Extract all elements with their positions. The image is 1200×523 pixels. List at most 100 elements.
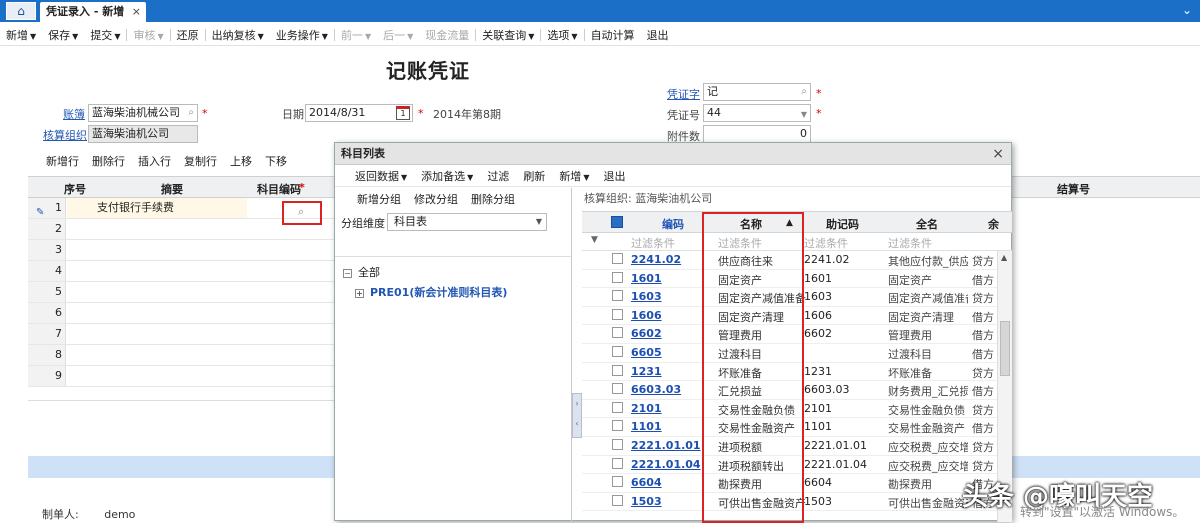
summary-cell[interactable]: 支付银行手续费	[67, 198, 247, 218]
cell-code[interactable]: 6603.03	[631, 383, 711, 396]
entry-row[interactable]: 6	[28, 303, 335, 324]
voucher-word-label[interactable]: 凭证字	[667, 86, 700, 102]
row-checkbox[interactable]	[612, 327, 623, 339]
select-all-checkbox[interactable]	[611, 216, 623, 228]
dialog-toolbar-item[interactable]: 过滤	[487, 168, 509, 184]
cell-code[interactable]: 1101	[631, 420, 711, 433]
dialog-toolbar-item[interactable]: 退出	[603, 168, 625, 184]
scroll-thumb[interactable]	[1000, 321, 1010, 376]
entry-toolbar-item[interactable]: 删除行	[92, 153, 125, 169]
toolbar-item-7[interactable]: 前一 ▼	[335, 27, 377, 43]
chevron-down-icon[interactable]: ▼	[801, 107, 807, 123]
row-checkbox[interactable]	[612, 364, 623, 376]
row-checkbox[interactable]	[612, 383, 623, 395]
date-field[interactable]: 2014/8/31 1	[305, 104, 413, 122]
toolbar-item-6[interactable]: 业务操作 ▼	[270, 27, 334, 43]
entry-toolbar-item[interactable]: 新增行	[46, 153, 79, 169]
row-checkbox[interactable]	[612, 253, 623, 264]
entry-row[interactable]: 7	[28, 324, 335, 345]
dialog-toolbar-item[interactable]: 添加备选 ▼	[421, 168, 473, 184]
row-checkbox[interactable]	[612, 271, 623, 283]
row-checkbox[interactable]	[612, 420, 623, 432]
group-toolbar-item[interactable]: 删除分组	[471, 191, 515, 207]
summary-cell[interactable]	[67, 261, 247, 281]
tab-voucher-entry[interactable]: 凭证录入 - 新增 ×	[40, 2, 146, 22]
row-checkbox[interactable]	[612, 494, 623, 506]
filter-funnel-icon[interactable]: ▼	[591, 235, 598, 245]
summary-cell[interactable]	[67, 282, 247, 302]
cell-code[interactable]: 6602	[631, 327, 711, 340]
toolbar-item-5[interactable]: 出纳复核 ▼	[206, 27, 270, 43]
tree-node-all[interactable]: − 全部	[335, 263, 571, 283]
header-code[interactable]: 编码	[662, 216, 684, 232]
close-icon[interactable]: ×	[992, 146, 1004, 162]
voucher-no-field[interactable]: 44 ▼	[703, 104, 811, 122]
entry-row[interactable]: 8	[28, 345, 335, 366]
entry-row[interactable]: 3	[28, 240, 335, 261]
org-label[interactable]: 核算组织	[43, 127, 87, 143]
dialog-toolbar-item[interactable]: 返回数据 ▼	[355, 168, 407, 184]
row-checkbox[interactable]	[612, 401, 623, 413]
cell-code[interactable]: 2101	[631, 402, 711, 415]
summary-cell[interactable]	[67, 303, 247, 323]
cell-code[interactable]: 6604	[631, 476, 711, 489]
dialog-toolbar-item[interactable]: 新增 ▼	[559, 168, 589, 184]
entry-toolbar-item[interactable]: 下移	[265, 153, 287, 169]
filter-mnemonic[interactable]: 过滤条件	[804, 235, 848, 251]
toolbar-item-9[interactable]: 现金流量	[419, 27, 475, 43]
chevron-double-down-icon[interactable]: ⌄	[1182, 3, 1192, 17]
voucher-word-field[interactable]: 记 ⌕	[703, 83, 811, 101]
summary-cell[interactable]	[67, 366, 247, 386]
row-checkbox[interactable]	[612, 457, 623, 469]
toolbar-item-0[interactable]: 新增 ▼	[0, 27, 42, 43]
entry-row[interactable]: 9	[28, 366, 335, 387]
cell-code[interactable]: 1603	[631, 290, 711, 303]
tab-close-icon[interactable]: ×	[132, 2, 141, 21]
row-checkbox[interactable]	[612, 308, 623, 320]
row-checkbox[interactable]	[612, 476, 623, 488]
tree-node-pre01[interactable]: + PRE01(新会计准则科目表)	[335, 283, 571, 303]
entry-row[interactable]: 4	[28, 261, 335, 282]
row-checkbox[interactable]	[612, 345, 623, 357]
toolbar-item-2[interactable]: 提交 ▼	[84, 27, 126, 43]
group-toolbar-item[interactable]: 新增分组	[357, 191, 401, 207]
summary-cell[interactable]	[67, 345, 247, 365]
cell-code[interactable]: 6605	[631, 346, 711, 359]
toolbar-item-8[interactable]: 后一 ▼	[377, 27, 419, 43]
toolbar-item-12[interactable]: 自动计算	[585, 27, 641, 43]
cell-code[interactable]: 1503	[631, 495, 711, 508]
toolbar-item-13[interactable]: 退出	[641, 27, 675, 43]
ledger-label[interactable]: 账簿	[63, 106, 85, 122]
entry-toolbar-item[interactable]: 上移	[230, 153, 252, 169]
header-dir[interactable]: 余	[988, 216, 999, 232]
search-icon[interactable]: ⌕	[298, 205, 304, 219]
search-icon[interactable]: ⌕	[188, 105, 194, 121]
toolbar-item-10[interactable]: 关联查询 ▼	[476, 27, 540, 43]
cell-code[interactable]: 2221.01.04	[631, 458, 711, 471]
home-icon[interactable]: ⌂	[6, 2, 36, 20]
entry-toolbar-item[interactable]: 复制行	[184, 153, 217, 169]
ledger-field[interactable]: 蓝海柴油机械公司 ⌕	[88, 104, 198, 122]
header-fullname[interactable]: 全名	[916, 216, 938, 232]
group-toolbar-item[interactable]: 修改分组	[414, 191, 458, 207]
entry-toolbar-item[interactable]: 插入行	[138, 153, 171, 169]
cell-code[interactable]: 1601	[631, 272, 711, 285]
summary-cell[interactable]	[67, 240, 247, 260]
calendar-icon[interactable]: 1	[396, 106, 410, 120]
expand-icon[interactable]: +	[355, 288, 364, 298]
summary-cell[interactable]	[67, 219, 247, 239]
toolbar-item-4[interactable]: 还原	[171, 27, 205, 43]
collapse-icon[interactable]: −	[343, 268, 352, 278]
search-icon[interactable]: ⌕	[801, 84, 807, 100]
cell-code[interactable]: 1606	[631, 309, 711, 322]
filter-code[interactable]: 过滤条件	[631, 235, 675, 251]
dialog-toolbar-item[interactable]: 刷新	[523, 168, 545, 184]
pane-splitter[interactable]: › ‹	[572, 393, 582, 438]
scroll-up-icon[interactable]: ▲	[1001, 253, 1007, 262]
cell-code[interactable]: 2241.02	[631, 253, 711, 266]
row-checkbox[interactable]	[612, 290, 623, 302]
cell-code[interactable]: 1231	[631, 365, 711, 378]
cell-code[interactable]: 2221.01.01	[631, 439, 711, 452]
toolbar-item-1[interactable]: 保存 ▼	[42, 27, 84, 43]
summary-cell[interactable]	[67, 324, 247, 344]
